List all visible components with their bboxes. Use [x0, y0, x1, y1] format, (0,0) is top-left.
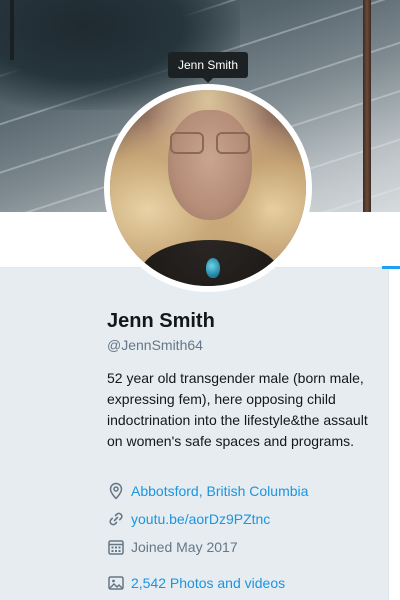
profile-location: Abbotsford, British Columbia: [107, 481, 387, 501]
website-link[interactable]: youtu.be/aorDz9PZtnc: [131, 509, 270, 529]
avatar-glasses: [170, 132, 250, 154]
profile-handle[interactable]: @JennSmith64: [107, 336, 387, 354]
profile-website: youtu.be/aorDz9PZtnc: [107, 509, 387, 529]
profile-name[interactable]: Jenn Smith: [107, 308, 387, 334]
avatar-photo: [110, 90, 306, 286]
photo-icon: [107, 574, 125, 592]
location-pin-icon: [107, 482, 125, 500]
photos-videos-link[interactable]: 2,542 Photos and videos: [131, 573, 285, 593]
avatar-pendant: [206, 258, 220, 278]
calendar-icon: [107, 538, 125, 556]
avatar-tooltip: Jenn Smith: [168, 52, 249, 83]
avatar-face: [168, 110, 252, 220]
timeline-card-edge: [388, 269, 400, 600]
profile-photos: 2,542 Photos and videos: [107, 573, 387, 593]
link-icon: [107, 510, 125, 528]
profile-avatar[interactable]: [104, 84, 312, 292]
join-date-text: Joined May 2017: [131, 539, 238, 555]
location-link[interactable]: Abbotsford, British Columbia: [131, 481, 308, 501]
banner-post: [10, 0, 14, 60]
profile-bio: 52 year old transgender male (born male,…: [107, 370, 368, 449]
profile-card: Jenn Smith @JennSmith64 52 year old tran…: [107, 308, 387, 452]
banner-pole: [363, 0, 371, 212]
profile-join-date: Joined May 2017: [107, 537, 387, 557]
